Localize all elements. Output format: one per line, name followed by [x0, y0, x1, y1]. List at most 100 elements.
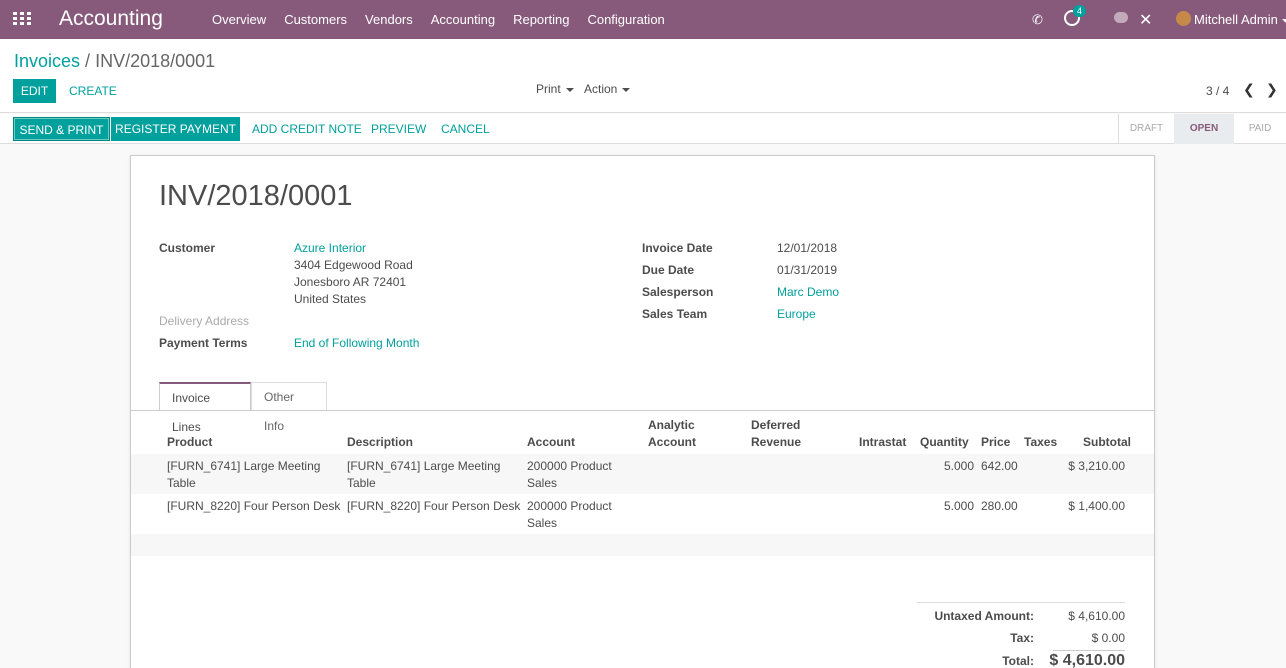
column-header-deferred-revenue[interactable]: Deferred Revenue [751, 417, 801, 451]
table-empty-row [131, 534, 1154, 556]
edit-button[interactable]: EDIT [13, 79, 56, 103]
stage-draft[interactable]: DRAFT [1118, 114, 1174, 144]
payment-terms-label: Payment Terms [159, 336, 248, 350]
send-print-button[interactable]: SEND & PRINT [13, 117, 110, 141]
tax-value: $ 0.00 [1091, 631, 1125, 645]
row-product: [FURN_8220] Four Person Desk [167, 499, 341, 513]
column-header-taxes[interactable]: Taxes [1024, 434, 1057, 451]
action-dropdown[interactable]: Action [584, 82, 631, 96]
column-header-description[interactable]: Description [347, 434, 413, 451]
user-menu[interactable]: Mitchell Admin [1194, 12, 1286, 27]
avatar[interactable] [1176, 11, 1191, 26]
sales-team-link[interactable]: Europe [777, 307, 816, 321]
phone-icon[interactable]: ✆ [1032, 12, 1043, 28]
due-date-value: 01/31/2019 [777, 263, 838, 277]
row-quantity: 5.000 [943, 459, 974, 473]
control-panel: Invoices / INV/2018/0001 EDIT CREATE Pri… [0, 39, 1286, 113]
tax-label: Tax: [1010, 631, 1034, 645]
menu-item-overview[interactable]: Overview [212, 12, 266, 27]
column-header-quantity[interactable]: Quantity [920, 434, 969, 451]
invoice-form-sheet: INV/2018/0001 Customer Azure Interior 34… [130, 155, 1155, 668]
tab-other-info[interactable]: Other Info [251, 382, 327, 433]
column-header-price[interactable]: Price [981, 434, 1010, 451]
column-header-subtotal[interactable]: Subtotal [1083, 434, 1131, 451]
header-deferred-line-1: Deferred [751, 418, 801, 432]
caret-down-icon [565, 87, 574, 92]
caret-down-icon [622, 87, 631, 92]
row-description: [FURN_8220] Four Person Desk [347, 499, 521, 513]
row-account: 200000 Product Sales [527, 499, 612, 530]
due-date-label: Due Date [642, 263, 695, 277]
add-credit-note-button[interactable]: ADD CREDIT NOTE [252, 117, 362, 141]
row-price: 642.00 [981, 459, 1018, 473]
delivery-address-label: Delivery Address [159, 314, 250, 328]
menu-item-customers[interactable]: Customers [284, 12, 347, 27]
stage-pipeline: DRAFT OPEN PAID [1118, 114, 1286, 144]
customer-label: Customer [159, 241, 216, 255]
chat-icon[interactable] [1114, 12, 1128, 23]
print-dropdown[interactable]: Print [536, 82, 574, 96]
total-value: $ 4,610.00 [1049, 652, 1125, 668]
header-deferred-line-2: Revenue [751, 435, 802, 449]
pager-value[interactable]: 3 / 4 [1206, 84, 1229, 98]
breadcrumb-current: INV/2018/0001 [95, 51, 216, 71]
menu-item-accounting[interactable]: Accounting [431, 12, 495, 27]
column-header-account[interactable]: Account [527, 434, 575, 451]
salesperson-link[interactable]: Marc Demo [777, 285, 839, 299]
invoice-date-label: Invoice Date [642, 241, 713, 255]
apps-menu-icon[interactable] [13, 12, 31, 27]
salesperson-label: Salesperson [642, 285, 714, 299]
tab-invoice-lines[interactable]: Invoice Lines [159, 382, 251, 434]
tab-divider [131, 410, 1154, 411]
row-price: 280.00 [981, 499, 1018, 513]
action-label: Action [584, 82, 618, 96]
activity-badge: 4 [1073, 5, 1087, 17]
stage-paid[interactable]: PAID [1234, 114, 1286, 144]
print-label: Print [536, 82, 561, 96]
preview-button[interactable]: PREVIEW [371, 117, 426, 141]
header-analytic-line-2: Account [648, 435, 696, 449]
sales-team-label: Sales Team [642, 307, 708, 321]
totals-divider [917, 602, 1125, 603]
column-header-intrastat[interactable]: Intrastat [859, 434, 906, 451]
row-subtotal: $ 3,210.00 [1068, 459, 1125, 473]
register-payment-button[interactable]: REGISTER PAYMENT [111, 117, 240, 141]
address-line-2: Jonesboro AR 72401 [294, 275, 407, 289]
create-button[interactable]: CREATE [69, 84, 117, 98]
menu-item-reporting[interactable]: Reporting [513, 12, 569, 27]
status-bar: SEND & PRINT REGISTER PAYMENT ADD CREDIT… [0, 114, 1286, 144]
untaxed-amount-label: Untaxed Amount: [934, 609, 1034, 623]
address-line-1: 3404 Edgewood Road [294, 258, 413, 272]
close-icon[interactable]: ✕ [1139, 10, 1152, 30]
menu-item-configuration[interactable]: Configuration [587, 12, 664, 27]
invoice-date-value: 12/01/2018 [777, 241, 838, 255]
header-analytic-line-1: Analytic [648, 418, 695, 432]
row-description: [FURN_6741] Large Meeting Table [347, 459, 501, 490]
total-divider [1053, 650, 1125, 651]
customer-link[interactable]: Azure Interior [294, 241, 366, 255]
pager-next-icon[interactable]: ❯ [1266, 81, 1278, 98]
breadcrumb-invoices[interactable]: Invoices [14, 51, 80, 71]
address-line-3: United States [294, 292, 367, 306]
row-subtotal: $ 1,400.00 [1068, 499, 1125, 513]
top-navbar: Accounting Overview Customers Vendors Ac… [0, 0, 1286, 39]
cancel-button[interactable]: CANCEL [441, 117, 490, 141]
invoice-number-title: INV/2018/0001 [159, 180, 353, 212]
stage-open[interactable]: OPEN [1174, 114, 1234, 144]
row-quantity: 5.000 [943, 499, 974, 513]
activity-clock-icon[interactable]: 4 [1064, 5, 1087, 26]
main-menu: Overview Customers Vendors Accounting Re… [212, 12, 683, 27]
payment-terms-link[interactable]: End of Following Month [294, 336, 419, 350]
pager-previous-icon[interactable]: ❮ [1243, 81, 1255, 98]
row-product: [FURN_6741] Large Meeting Table [167, 459, 321, 490]
menu-item-vendors[interactable]: Vendors [365, 12, 413, 27]
column-header-product[interactable]: Product [167, 434, 212, 451]
row-account: 200000 Product Sales [527, 459, 612, 490]
untaxed-amount-value: $ 4,610.00 [1068, 609, 1125, 623]
total-label: Total: [1002, 654, 1034, 668]
caret-down-icon [1281, 18, 1286, 23]
breadcrumb-separator: / [80, 51, 96, 71]
app-name[interactable]: Accounting [59, 7, 163, 31]
column-header-analytic-account[interactable]: Analytic Account [648, 417, 696, 451]
breadcrumb: Invoices / INV/2018/0001 [14, 51, 215, 72]
